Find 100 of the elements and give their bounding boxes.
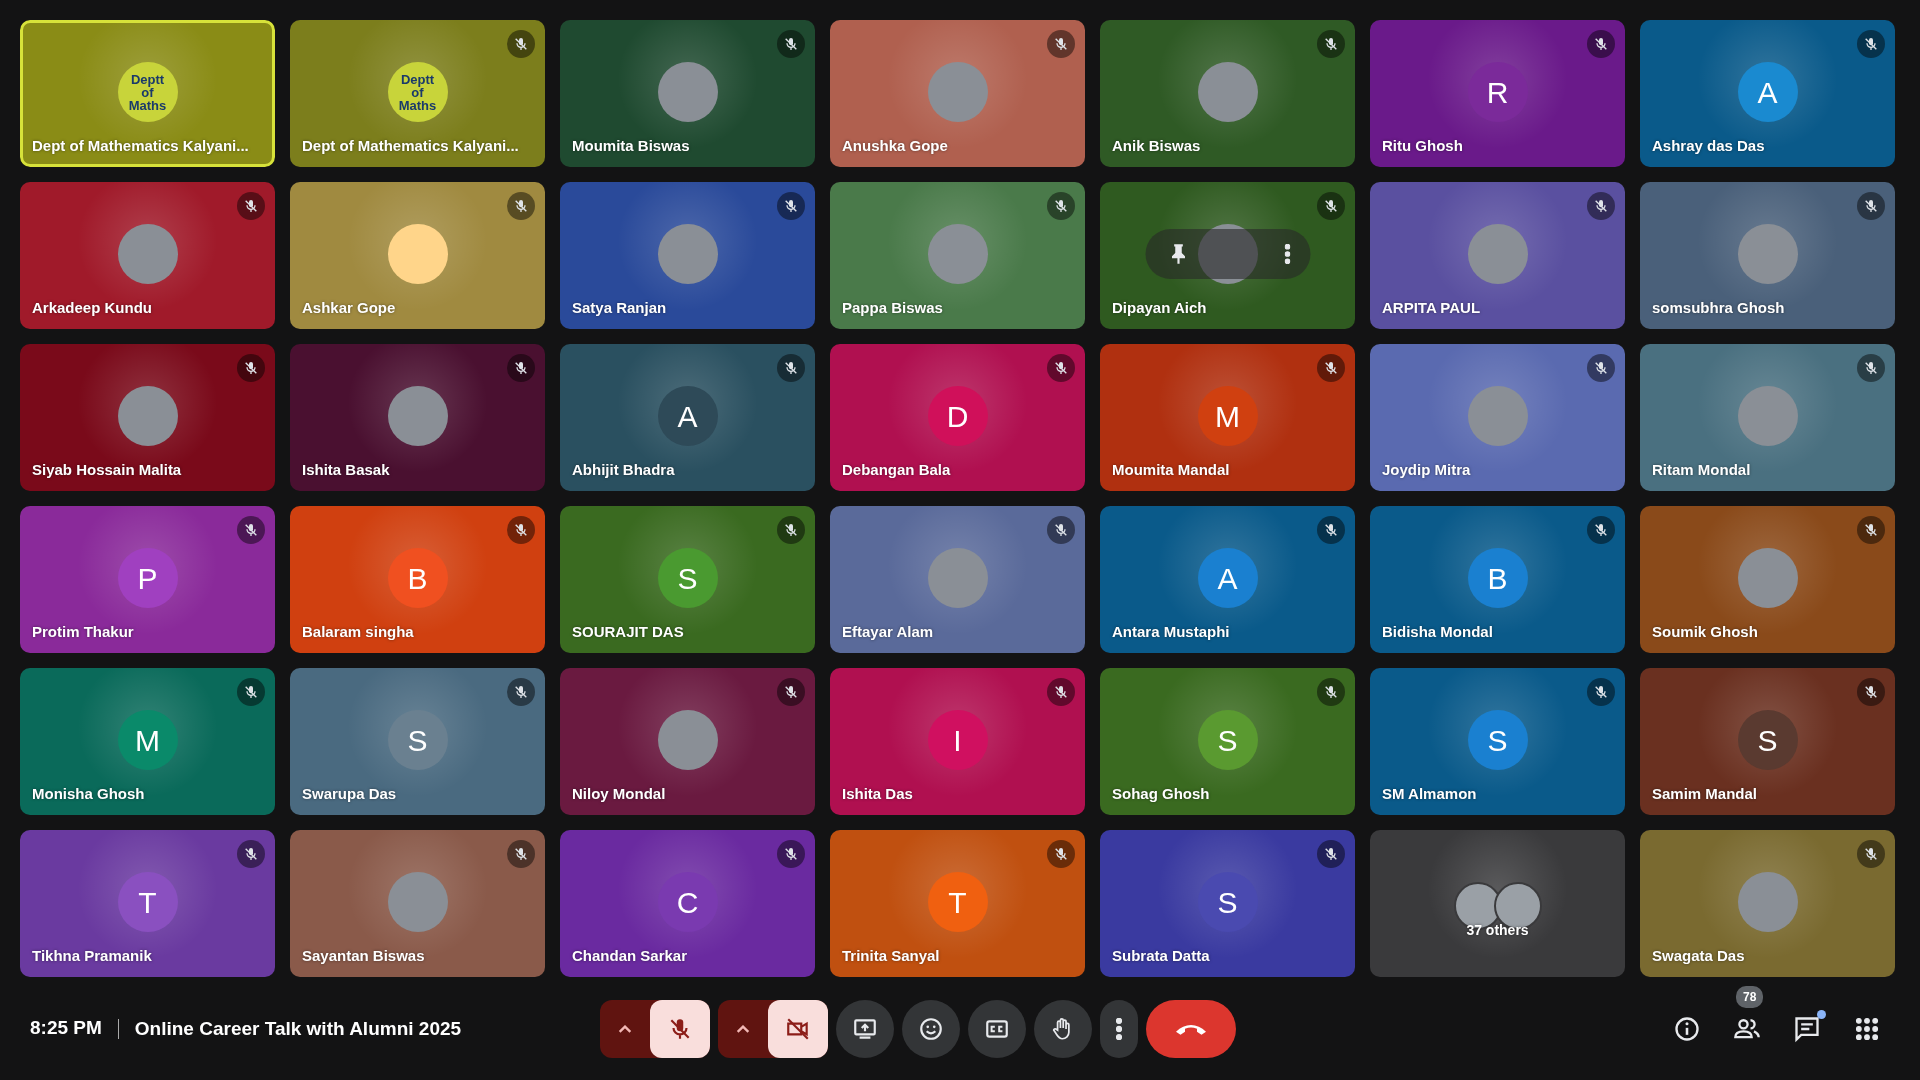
avatar-initial: I xyxy=(927,710,988,770)
participant-tile[interactable]: B Bidisha Mondal xyxy=(1370,506,1625,653)
participant-tile[interactable]: Swagata Das xyxy=(1640,830,1895,977)
participant-tile[interactable]: A Abhijit Bhadra xyxy=(560,344,815,491)
participant-tile[interactable]: M Moumita Mandal xyxy=(1100,344,1355,491)
participant-name: Samim Mandal xyxy=(1652,783,1758,804)
info-icon xyxy=(1673,1014,1701,1043)
avatar-initial: S xyxy=(657,548,718,608)
participant-tile[interactable]: somsubhra Ghosh xyxy=(1640,182,1895,329)
more-icon[interactable] xyxy=(1284,244,1290,264)
participant-tile[interactable]: D Debangan Bala xyxy=(830,344,1085,491)
leave-call-button[interactable] xyxy=(1146,999,1236,1058)
participant-tile[interactable]: 37 others xyxy=(1370,830,1625,977)
participant-name: Bidisha Mondal xyxy=(1382,621,1493,642)
clock-time: 8:25 PM xyxy=(30,1016,102,1041)
mic-off-icon xyxy=(783,522,799,538)
participant-tile[interactable]: M Monisha Ghosh xyxy=(20,668,275,815)
participant-tile[interactable]: Dipayan Aich xyxy=(1100,182,1355,329)
participant-tile[interactable]: Sayantan Biswas xyxy=(290,830,545,977)
participant-tile[interactable]: Ishita Basak xyxy=(290,344,545,491)
participant-tile[interactable]: C Chandan Sarkar xyxy=(560,830,815,977)
avatar-initial: S xyxy=(1737,710,1798,770)
mic-off-icon xyxy=(243,360,259,376)
participant-tile[interactable]: A Antara Mustaphi xyxy=(1100,506,1355,653)
participant-tile[interactable]: Pappa Biswas xyxy=(830,182,1085,329)
participant-name: Joydip Mitra xyxy=(1382,459,1471,480)
hang-up-icon xyxy=(1176,1022,1206,1035)
participant-tile[interactable]: S Samim Mandal xyxy=(1640,668,1895,815)
participant-tile[interactable]: S Swarupa Das xyxy=(290,668,545,815)
participant-tile[interactable]: A Ashray das Das xyxy=(1640,20,1895,167)
participant-name: Ashkar Gope xyxy=(302,297,396,318)
mic-off-icon xyxy=(1323,36,1339,52)
participant-tile[interactable]: Joydip Mitra xyxy=(1370,344,1625,491)
mic-off-icon xyxy=(513,36,529,52)
avatar-initial: A xyxy=(1197,548,1258,608)
avatar-initial: S xyxy=(1197,710,1258,770)
mic-off-icon xyxy=(1593,198,1609,214)
mic-off-icon xyxy=(513,522,529,538)
avatar-initial: A xyxy=(1737,62,1798,122)
avatar-initial: B xyxy=(1467,548,1528,608)
participant-name: Monisha Ghosh xyxy=(32,783,145,804)
participant-tile[interactable]: S SOURAJIT DAS xyxy=(560,506,815,653)
participant-name: Swagata Das xyxy=(1652,945,1745,966)
participant-tile[interactable]: T Trinita Sanyal xyxy=(830,830,1085,977)
mic-off-icon xyxy=(1863,846,1879,862)
participant-tile[interactable]: T Tikhna Pramanik xyxy=(20,830,275,977)
mic-off-icon xyxy=(1053,846,1069,862)
camera-toggle[interactable] xyxy=(768,999,828,1058)
participant-name: Niloy Mondal xyxy=(572,783,666,804)
participant-tile[interactable]: Moumita Biswas xyxy=(560,20,815,167)
emoji-icon xyxy=(918,1015,944,1042)
mic-off-icon xyxy=(1053,198,1069,214)
avatar-initial: R xyxy=(1467,62,1528,122)
mic-off-icon xyxy=(1323,198,1339,214)
participant-tile[interactable]: Anushka Gope xyxy=(830,20,1085,167)
mic-off-icon xyxy=(1593,684,1609,700)
participant-name: Ishita Das xyxy=(842,783,913,804)
mic-off-icon xyxy=(1863,522,1879,538)
participant-name: Abhijit Bhadra xyxy=(572,459,675,480)
avatar-initial: T xyxy=(117,872,178,932)
participant-tile[interactable]: B Balaram singha xyxy=(290,506,545,653)
participant-tile[interactable]: Eftayar Alam xyxy=(830,506,1085,653)
participant-tile[interactable]: Satya Ranjan xyxy=(560,182,815,329)
mic-off-icon xyxy=(1053,684,1069,700)
participant-tile[interactable]: Anik Biswas xyxy=(1100,20,1355,167)
microphone-toggle[interactable] xyxy=(650,999,710,1058)
participant-name: Dept of Mathematics Kalyani... xyxy=(32,135,249,156)
participant-tile[interactable]: Niloy Mondal xyxy=(560,668,815,815)
mic-off-icon xyxy=(243,684,259,700)
participant-name: Arkadeep Kundu xyxy=(32,297,152,318)
participant-name: Swarupa Das xyxy=(302,783,397,804)
participant-name: Siyab Hossain Malita xyxy=(32,459,182,480)
participant-name: Satya Ranjan xyxy=(572,297,667,318)
mic-off-icon xyxy=(1053,36,1069,52)
more-button[interactable] xyxy=(1100,999,1138,1058)
participant-tile[interactable]: Deptt of Maths Dept of Mathematics Kalyani... xyxy=(20,20,275,167)
avatar-initial: M xyxy=(117,710,178,770)
mic-off-icon xyxy=(1323,522,1339,538)
mic-off-icon xyxy=(243,846,259,862)
participant-tile[interactable]: P Protim Thakur xyxy=(20,506,275,653)
participant-tile[interactable]: Deptt of Maths Dept of Mathematics Kalyani... xyxy=(290,20,545,167)
participant-name: Balaram singha xyxy=(302,621,414,642)
participant-tile[interactable]: S SM Almamon xyxy=(1370,668,1625,815)
participant-tile[interactable]: S Subrata Datta xyxy=(1100,830,1355,977)
participant-tile[interactable]: Arkadeep Kundu xyxy=(20,182,275,329)
participant-tile[interactable]: Siyab Hossain Malita xyxy=(20,344,275,491)
participant-name: Ritu Ghosh xyxy=(1382,135,1463,156)
mic-off-icon xyxy=(243,522,259,538)
chat-icon xyxy=(1793,1014,1821,1043)
participant-tile[interactable]: S Sohag Ghosh xyxy=(1100,668,1355,815)
participant-tile[interactable]: R Ritu Ghosh xyxy=(1370,20,1625,167)
participant-name: Moumita Mandal xyxy=(1112,459,1230,480)
participant-name: Debangan Bala xyxy=(842,459,951,480)
participant-tile[interactable]: Soumik Ghosh xyxy=(1640,506,1895,653)
mic-off-icon xyxy=(1863,198,1879,214)
participant-name: SOURAJIT DAS xyxy=(572,621,684,642)
caret-icon xyxy=(736,1025,750,1034)
participant-tile[interactable]: Ritam Mondal xyxy=(1640,344,1895,491)
participant-tile[interactable]: ARPITA PAUL xyxy=(1370,182,1625,329)
participant-tile[interactable]: I Ishita Das xyxy=(830,668,1085,815)
